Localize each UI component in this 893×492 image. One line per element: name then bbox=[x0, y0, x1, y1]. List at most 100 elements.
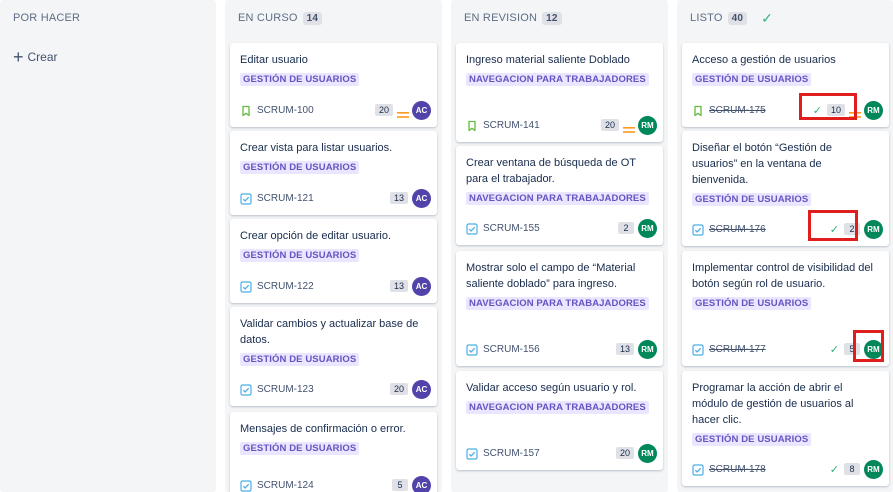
issue-card[interactable]: Crear opción de editar usuario. GESTIÓN D… bbox=[230, 219, 437, 303]
issue-key[interactable]: SCRUM-155 bbox=[483, 223, 540, 234]
story-points-badge: 8 bbox=[844, 463, 860, 475]
issue-key[interactable]: SCRUM-141 bbox=[483, 120, 540, 131]
epic-label[interactable]: GESTIÓN DE USUARIOS bbox=[240, 442, 360, 455]
story-points-badge: 13 bbox=[389, 280, 408, 292]
issue-card[interactable]: Ingreso material saliente Doblado NAVEGAC… bbox=[456, 43, 663, 142]
card-footer: SCRUM-176 ✓ 2 RM bbox=[692, 219, 883, 239]
checkmark-icon: ✓ bbox=[829, 343, 839, 356]
card-footer: SCRUM-156 13 RM bbox=[466, 339, 657, 359]
card-footer: SCRUM-121 13 AC bbox=[240, 188, 431, 208]
avatar[interactable]: RM bbox=[864, 339, 883, 359]
card-title: Implementar control de visibilidad del b… bbox=[692, 262, 873, 290]
avatar[interactable]: RM bbox=[864, 100, 883, 120]
issue-key[interactable]: SCRUM-156 bbox=[483, 344, 540, 355]
issue-key[interactable]: SCRUM-176 bbox=[709, 224, 766, 235]
avatar[interactable]: RM bbox=[638, 218, 657, 238]
avatar[interactable]: RM bbox=[638, 115, 657, 135]
avatar[interactable]: RM bbox=[638, 443, 657, 463]
issue-card[interactable]: Validar acceso según usuario y rol. NAVEG… bbox=[456, 371, 663, 470]
avatar[interactable]: AC bbox=[412, 475, 431, 492]
card-title: Editar usuario bbox=[240, 54, 308, 66]
avatar[interactable]: AC bbox=[412, 100, 431, 120]
epic-label[interactable]: GESTIÓN DE USUARIOS bbox=[240, 161, 360, 174]
checkbox-icon bbox=[692, 463, 704, 476]
issue-card[interactable]: Programar la acción de abrir el módulo d… bbox=[682, 371, 889, 486]
issue-card[interactable]: Acceso a gestión de usuarios GESTIÓN DE U… bbox=[682, 43, 889, 127]
card-title: Crear vista para listar usuarios. bbox=[240, 142, 393, 154]
checkbox-icon bbox=[240, 383, 252, 396]
column-title: LISTO bbox=[690, 12, 723, 24]
epic-label[interactable]: GESTIÓN DE USUARIOS bbox=[692, 73, 812, 86]
column-count: 14 bbox=[302, 11, 323, 25]
card-title: Diseñar el botón “Gestión de usuarios” e… bbox=[692, 142, 833, 186]
issue-key[interactable]: SCRUM-100 bbox=[257, 105, 314, 116]
bookmark-icon bbox=[692, 104, 704, 117]
equals-icon bbox=[623, 121, 635, 133]
story-points-badge: 2 bbox=[618, 222, 634, 234]
story-points-badge: 20 bbox=[615, 447, 634, 459]
avatar[interactable]: RM bbox=[638, 339, 657, 359]
epic-label[interactable]: GESTIÓN DE USUARIOS bbox=[240, 73, 360, 86]
issue-key[interactable]: SCRUM-124 bbox=[257, 480, 314, 491]
card-title: Mostrar solo el campo de “Material salie… bbox=[466, 262, 636, 290]
epic-label[interactable]: GESTIÓN DE USUARIOS bbox=[692, 193, 812, 206]
epic-label[interactable]: NAVEGACION PARA TRABAJADORES bbox=[466, 401, 649, 414]
issue-key[interactable]: SCRUM-157 bbox=[483, 448, 540, 459]
issue-card[interactable]: Mensajes de confirmación o error. GESTIÓN… bbox=[230, 412, 437, 492]
avatar[interactable]: AC bbox=[412, 379, 431, 399]
create-label: Crear bbox=[27, 50, 58, 64]
card-footer: SCRUM-123 20 AC bbox=[240, 379, 431, 399]
checkbox-icon bbox=[466, 222, 478, 235]
issue-key[interactable]: SCRUM-122 bbox=[257, 281, 314, 292]
card-title: Ingreso material saliente Doblado bbox=[466, 54, 630, 66]
card-title: Crear ventana de búsqueda de OT para el … bbox=[466, 157, 636, 185]
issue-card[interactable]: Validar cambios y actualizar base de dat… bbox=[230, 307, 437, 406]
card-footer: SCRUM-100 20 AC bbox=[240, 100, 431, 120]
epic-label[interactable]: GESTIÓN DE USUARIOS bbox=[240, 249, 360, 262]
avatar[interactable]: AC bbox=[412, 188, 431, 208]
issue-key[interactable]: SCRUM-177 bbox=[709, 344, 766, 355]
avatar[interactable]: RM bbox=[864, 459, 883, 479]
card-title: Validar cambios y actualizar base de dat… bbox=[240, 318, 419, 346]
bookmark-icon bbox=[240, 104, 252, 117]
column-done: LISTO 40 ✓ Acceso a gestión de usuarios G… bbox=[677, 0, 893, 492]
epic-label[interactable]: GESTIÓN DE USUARIOS bbox=[692, 433, 812, 446]
card-footer: SCRUM-155 2 RM bbox=[466, 218, 657, 238]
epic-label[interactable]: NAVEGACION PARA TRABAJADORES bbox=[466, 192, 649, 205]
avatar[interactable]: AC bbox=[412, 276, 431, 296]
checkbox-icon bbox=[240, 280, 252, 293]
issue-card[interactable]: Editar usuario GESTIÓN DE USUARIOS SCRUM-1… bbox=[230, 43, 437, 127]
issue-key[interactable]: SCRUM-178 bbox=[709, 464, 766, 475]
column-count: 12 bbox=[542, 11, 562, 25]
issue-card[interactable]: Crear vista para listar usuarios. GESTIÓN… bbox=[230, 131, 437, 215]
column-title: EN REVISION bbox=[464, 12, 538, 24]
issue-key[interactable]: SCRUM-121 bbox=[257, 193, 314, 204]
create-issue-button[interactable]: + Crear bbox=[13, 48, 58, 66]
column-header-done: LISTO 40 ✓ bbox=[677, 0, 893, 36]
story-points-badge: 5 bbox=[392, 479, 408, 491]
checkbox-icon bbox=[692, 343, 704, 356]
column-title: POR HACER bbox=[13, 12, 81, 24]
epic-label[interactable]: GESTIÓN DE USUARIOS bbox=[692, 297, 812, 310]
story-points-badge: 13 bbox=[389, 192, 408, 204]
issue-key[interactable]: SCRUM-175 bbox=[709, 105, 766, 116]
issue-card[interactable]: Mostrar solo el campo de “Material salie… bbox=[456, 251, 663, 366]
card-footer: SCRUM-122 13 AC bbox=[240, 276, 431, 296]
card-title: Acceso a gestión de usuarios bbox=[692, 54, 836, 66]
epic-label[interactable]: NAVEGACION PARA TRABAJADORES bbox=[466, 297, 649, 310]
issue-card[interactable]: Crear ventana de búsqueda de OT para el … bbox=[456, 146, 663, 245]
column-todo: POR HACER + Crear bbox=[0, 0, 216, 492]
issue-key[interactable]: SCRUM-123 bbox=[257, 384, 314, 395]
plus-icon: + bbox=[13, 47, 24, 67]
column-header-in-progress: EN CURSO 14 bbox=[225, 0, 442, 36]
issue-card[interactable]: Diseñar el botón “Gestión de usuarios” e… bbox=[682, 131, 889, 246]
story-points-badge: 20 bbox=[389, 383, 408, 395]
issue-card[interactable]: Implementar control de visibilidad del b… bbox=[682, 251, 889, 366]
epic-label[interactable]: NAVEGACION PARA TRABAJADORES bbox=[466, 73, 649, 86]
epic-label[interactable]: GESTIÓN DE USUARIOS bbox=[240, 353, 360, 366]
avatar[interactable]: RM bbox=[864, 219, 883, 239]
card-title: Validar acceso según usuario y rol. bbox=[466, 382, 637, 394]
column-review: EN REVISION 12 Ingreso material saliente… bbox=[451, 0, 668, 492]
card-footer: SCRUM-124 5 AC bbox=[240, 475, 431, 492]
card-title: Programar la acción de abrir el módulo d… bbox=[692, 382, 854, 426]
